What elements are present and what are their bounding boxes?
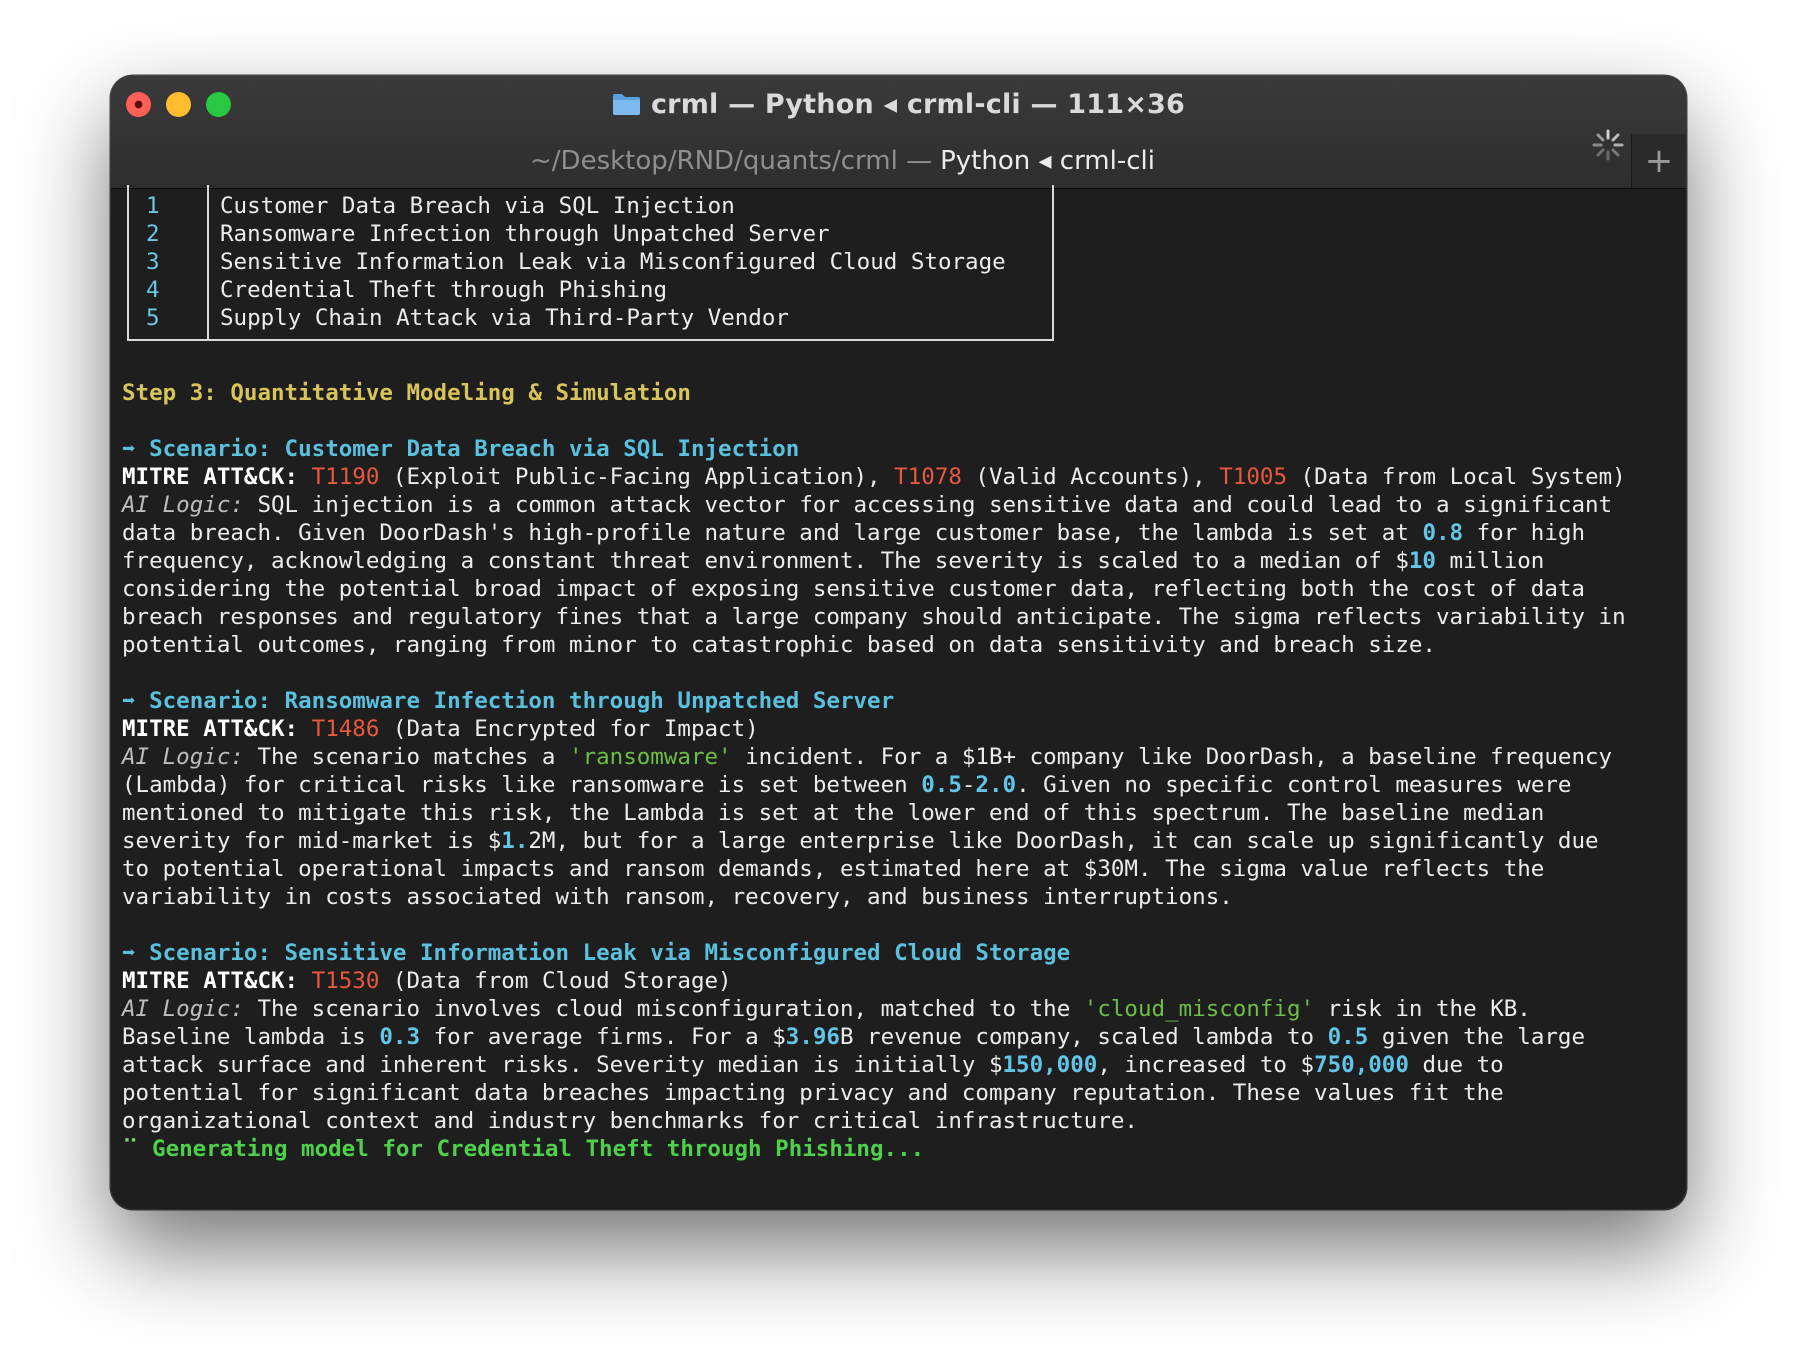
- scenario-heading: ➡ Scenario: Ransomware Infection through…: [122, 688, 895, 714]
- table-row-name: Supply Chain Attack via Third-Party Vend…: [220, 305, 789, 331]
- ai-logic-text: for average firms. For a $: [420, 1024, 786, 1050]
- ai-logic-label: AI Logic:: [122, 744, 244, 770]
- technique-id: T1190: [311, 464, 380, 490]
- tab-path: ~/Desktop/RND/quants/crml —: [530, 146, 933, 176]
- ai-logic-line: mentioned to mitigate this risk, the Lam…: [122, 800, 1545, 826]
- ai-logic-line: AI Logic: The scenario matches a 'ransom…: [122, 743, 1612, 771]
- ai-logic-line: AI Logic: SQL injection is a common atta…: [122, 491, 1612, 519]
- status-line: ⠉ Generating model for Credential Theft …: [122, 1135, 924, 1163]
- ai-logic-line: potential outcomes, ranging from minor t…: [122, 632, 1436, 658]
- tab-process: Python ◂ crml-cli: [940, 146, 1155, 176]
- ai-logic-line: breach responses and regulatory fines th…: [122, 604, 1626, 630]
- ai-logic-text: given the large: [1368, 1024, 1586, 1050]
- window-title: crml — Python ◂ crml-cli — 111×36: [650, 88, 1186, 120]
- table-row-name: Credential Theft through Phishing: [220, 277, 668, 303]
- number-highlight: 0.5: [1327, 1024, 1369, 1050]
- new-tab-button[interactable]: +: [1632, 134, 1686, 188]
- technique-id: T1005: [1219, 464, 1288, 490]
- ai-logic-text: (Lambda) for critical risks like ransomw…: [122, 772, 922, 798]
- activity-spinner-icon: [1592, 129, 1624, 161]
- ai-logic-line: attack surface and inherent risks. Sever…: [122, 1051, 1504, 1079]
- scenario-heading: ➡ Scenario: Sensitive Information Leak v…: [122, 940, 1071, 966]
- ai-logic-line: AI Logic: The scenario involves cloud mi…: [122, 995, 1531, 1023]
- table-row-name: Sensitive Information Leak via Misconfig…: [220, 249, 1006, 275]
- ai-logic-text: 2M, but for a large enterprise like Door…: [528, 828, 1599, 854]
- ai-logic-line: organizational context and industry benc…: [122, 1108, 1138, 1134]
- ai-logic-text: due to: [1408, 1052, 1504, 1078]
- number-highlight: 2.0: [975, 772, 1017, 798]
- table-row-number: 2: [146, 221, 160, 247]
- table-separator: [207, 185, 209, 339]
- number-highlight: 0.5: [921, 772, 962, 798]
- ai-logic-text: -: [961, 772, 976, 798]
- terminal-window: crml — Python ◂ crml-cli — 111×36 ~/Desk…: [111, 76, 1686, 1209]
- scenario-heading: ➡ Scenario: Customer Data Breach via SQL…: [122, 436, 800, 462]
- folder-icon: [612, 93, 640, 115]
- mitre-label: MITRE ATT&CK:: [122, 464, 299, 490]
- number-highlight: 1.: [501, 828, 529, 854]
- ai-logic-text: . Given no specific control measures wer…: [1016, 772, 1572, 798]
- table-row-name: Customer Data Breach via SQL Injection: [220, 193, 735, 219]
- ai-logic-text: incident. For a $1B+ company like DoorDa…: [731, 744, 1613, 770]
- ai-logic-line: variability in costs associated with ran…: [122, 884, 1233, 910]
- ai-logic-line: frequency, acknowledging a constant thre…: [122, 547, 1544, 575]
- number-highlight: 150,000: [1002, 1052, 1098, 1078]
- technique-id: T1530: [311, 968, 380, 994]
- ai-logic-text: attack surface and inherent risks. Sever…: [122, 1052, 1003, 1078]
- table-row-number: 4: [146, 277, 160, 303]
- ai-logic-label: AI Logic:: [122, 492, 244, 518]
- mitre-line: MITRE ATT&CK: T1530 (Data from Cloud Sto…: [122, 967, 732, 995]
- ai-logic-label: AI Logic:: [122, 996, 244, 1022]
- ai-logic-text: data breach. Given DoorDash's high-profi…: [122, 520, 1423, 546]
- string-highlight: 'ransomware': [569, 744, 732, 770]
- technique-desc: (Data from Cloud Storage): [379, 968, 732, 994]
- progress-spinner-icon: ⠉: [122, 1136, 139, 1162]
- number-highlight: 0.8: [1422, 520, 1464, 546]
- number-highlight: 0.3: [379, 1024, 421, 1050]
- mitre-line: MITRE ATT&CK: T1190 (Exploit Public-Faci…: [122, 463, 1626, 491]
- mitre-line: MITRE ATT&CK: T1486 (Data Encrypted for …: [122, 715, 759, 743]
- ai-logic-line: to potential operational impacts and ran…: [122, 856, 1545, 882]
- status-text: Generating model for Credential Theft th…: [138, 1136, 925, 1162]
- ai-logic-line: considering the potential broad impact o…: [122, 576, 1585, 602]
- ai-logic-line: severity for mid-market is $1.2M, but fo…: [122, 827, 1599, 855]
- number-highlight: 3.96: [785, 1024, 840, 1050]
- technique-id: T1078: [894, 464, 962, 490]
- ai-logic-text: The scenario involves cloud misconfigura…: [243, 996, 1084, 1022]
- step-heading: Step 3: Quantitative Modeling & Simulati…: [122, 380, 691, 406]
- mitre-label: MITRE ATT&CK:: [122, 968, 299, 994]
- ai-logic-text: B revenue company, scaled lambda to: [839, 1024, 1328, 1050]
- technique-id: T1486: [311, 716, 380, 742]
- tab-active[interactable]: ~/Desktop/RND/quants/crml — Python ◂ crm…: [111, 134, 1574, 188]
- string-highlight: 'cloud_misconfig': [1083, 996, 1315, 1022]
- ai-logic-line: potential for significant data breaches …: [122, 1080, 1504, 1106]
- ai-logic-line: (Lambda) for critical risks like ransomw…: [122, 771, 1571, 799]
- technique-desc: (Data Encrypted for Impact): [379, 716, 759, 742]
- technique-desc: (Exploit Public-Facing Application),: [379, 464, 895, 490]
- number-highlight: 10: [1408, 548, 1436, 574]
- title-bar: crml — Python ◂ crml-cli — 111×36 ~/Desk…: [111, 76, 1686, 189]
- ai-logic-text: Baseline lambda is: [122, 1024, 380, 1050]
- technique-desc: (Data from Local System): [1287, 464, 1626, 490]
- window-title-row: crml — Python ◂ crml-cli — 111×36: [111, 76, 1686, 132]
- number-highlight: 750,000: [1314, 1052, 1409, 1078]
- table-row-name: Ransomware Infection through Unpatched S…: [220, 221, 830, 247]
- technique-desc: (Valid Accounts),: [961, 464, 1220, 490]
- ai-logic-text: million: [1435, 548, 1545, 574]
- ai-logic-text: The scenario matches a: [243, 744, 570, 770]
- ai-logic-line: data breach. Given DoorDash's high-profi…: [122, 519, 1585, 547]
- ai-logic-text: , increased to $: [1097, 1052, 1315, 1078]
- table-row-number: 1: [146, 193, 160, 219]
- ai-logic-text: frequency, acknowledging a constant thre…: [122, 548, 1409, 574]
- ai-logic-text: for high: [1463, 520, 1585, 546]
- terminal-output[interactable]: 1 Customer Data Breach via SQL Injection…: [111, 185, 1686, 1209]
- ai-logic-text: SQL injection is a common attack vector …: [243, 492, 1613, 518]
- mitre-label: MITRE ATT&CK:: [122, 716, 299, 742]
- ai-logic-text: severity for mid-market is $: [122, 828, 502, 854]
- ai-logic-line: Baseline lambda is 0.3 for average firms…: [122, 1023, 1585, 1051]
- table-row-number: 5: [146, 305, 160, 331]
- table-row-number: 3: [146, 249, 160, 275]
- ai-logic-text: risk in the KB.: [1314, 996, 1531, 1022]
